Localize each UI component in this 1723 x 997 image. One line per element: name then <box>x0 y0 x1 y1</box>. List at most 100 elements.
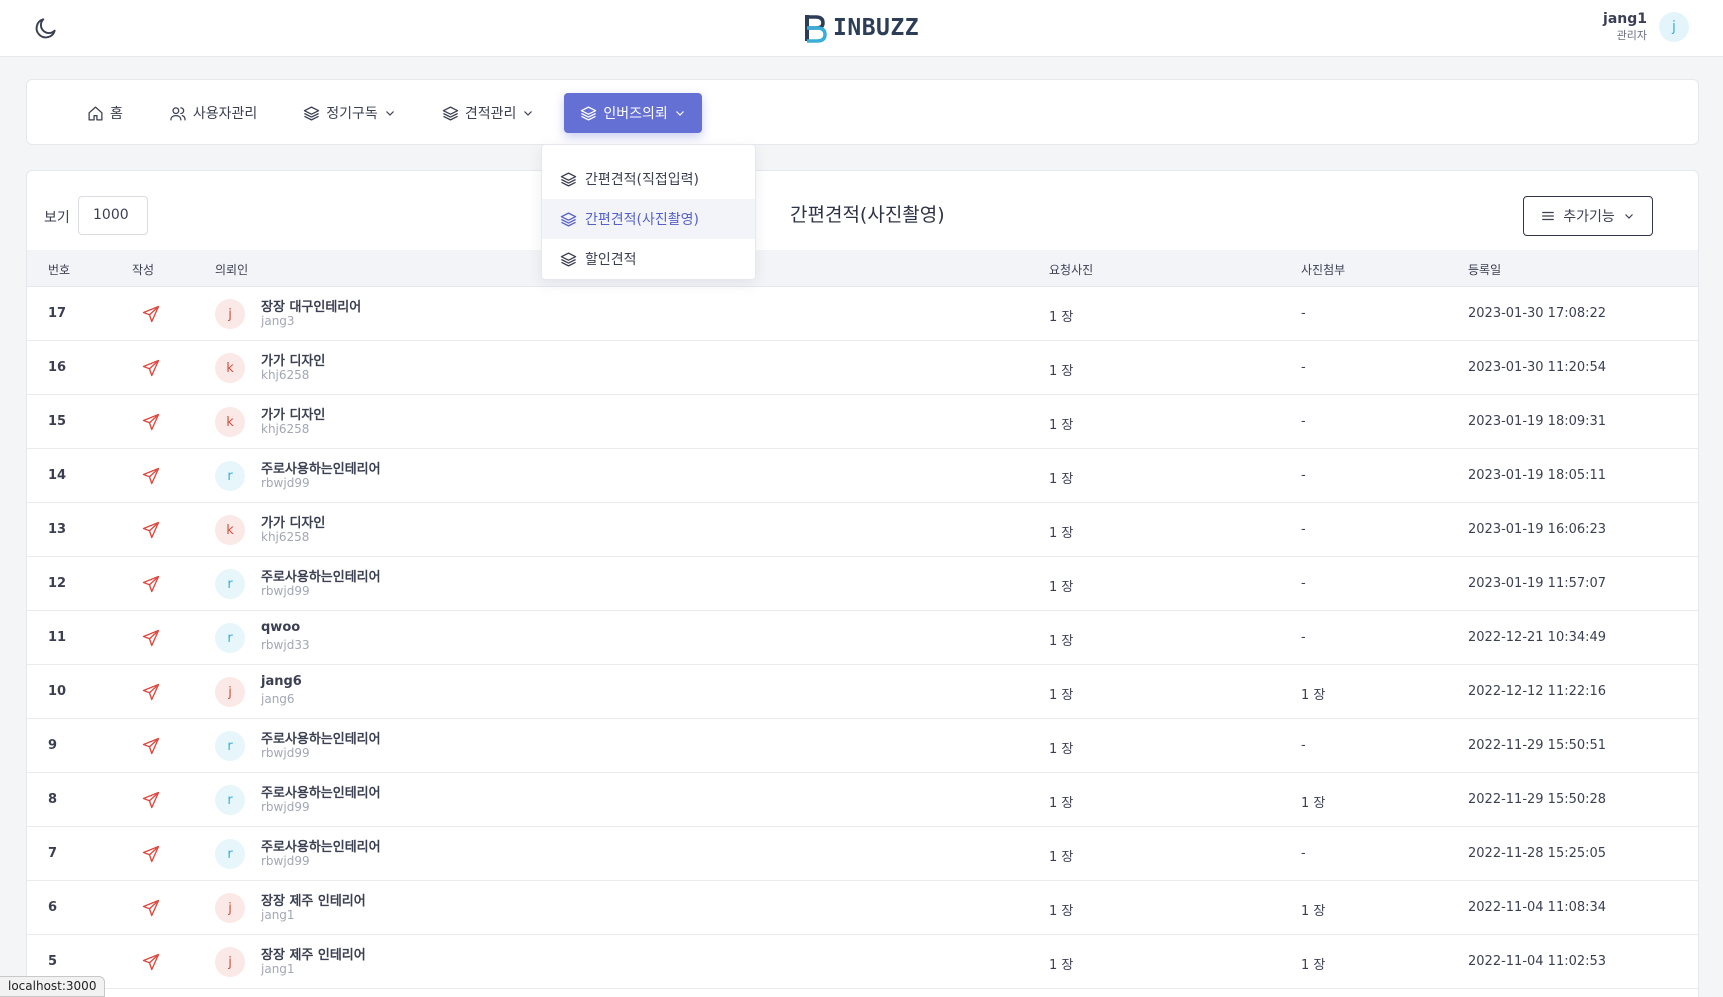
send-icon[interactable] <box>142 899 160 917</box>
nav-label: 인버즈의뢰 <box>603 106 668 122</box>
row-number: 17 <box>48 306 67 321</box>
photo-attachment: - <box>1301 846 1306 861</box>
table-row[interactable]: 5 j 장장 제주 인테리어 jang1 1 장 1 장 2022-11-04 11:02:… <box>27 935 1698 989</box>
row-number: 5 <box>48 954 58 969</box>
registered-date: 2022-11-04 11:08:34 <box>1468 900 1607 915</box>
column-header-attach[interactable]: 사진첨부 <box>1301 261 1345 278</box>
nav-item-inbuzz-requests[interactable]: 인버즈의뢰 <box>564 93 702 133</box>
requester-avatar: r <box>215 461 245 491</box>
registered-date: 2022-11-29 15:50:51 <box>1468 738 1607 753</box>
send-icon[interactable] <box>142 521 160 539</box>
chevron-down-icon <box>524 111 533 116</box>
requester-id: rbwjd99 <box>261 746 310 760</box>
menu-icon <box>1542 211 1555 221</box>
layers-icon <box>560 211 577 227</box>
requester-avatar: j <box>215 893 245 923</box>
requester-name[interactable]: 장장 대구인테리어 <box>261 296 361 315</box>
row-number: 12 <box>48 576 67 591</box>
column-header-date[interactable]: 등록일 <box>1468 261 1501 278</box>
moon-icon[interactable] <box>33 15 59 41</box>
requested-photos: 1 장 <box>1049 418 1074 433</box>
nav-label: 홈 <box>110 106 123 122</box>
app-logo[interactable]: INBUZZ <box>803 12 919 44</box>
requester-id: khj6258 <box>261 422 310 436</box>
requested-photos: 1 장 <box>1049 580 1074 595</box>
menu-item-discount-quote[interactable]: 할인견적 <box>542 239 755 279</box>
view-count-select[interactable]: 1000 <box>78 196 148 235</box>
column-header-write[interactable]: 작성 <box>132 261 154 278</box>
column-header-photos[interactable]: 요청사진 <box>1049 261 1093 278</box>
requester-name[interactable]: 가가 디자인 <box>261 350 325 369</box>
table-row[interactable]: 9 r 주로사용하는인테리어 rbwjd99 1 장 - 2022-11-29 15:50:… <box>27 719 1698 773</box>
table-row[interactable]: 11 r qwoo rbwjd33 1 장 - 2022-12-21 10:34:49 <box>27 611 1698 665</box>
photo-attachment: 1 장 <box>1301 904 1326 919</box>
table-row[interactable]: 8 r 주로사용하는인테리어 rbwjd99 1 장 1 장 2022-11-29 15:5… <box>27 773 1698 827</box>
send-icon[interactable] <box>142 953 160 971</box>
table-row[interactable]: 15 k 가가 디자인 khj6258 1 장 - 2023-01-19 18:09:31 <box>27 395 1698 449</box>
table-row[interactable]: 10 j jang6 jang6 1 장 1 장 2022-12-12 11:22:16 <box>27 665 1698 719</box>
send-icon[interactable] <box>142 359 160 377</box>
send-icon[interactable] <box>142 791 160 809</box>
main-nav: 홈 사용자관리 정기구독 견적관리 인버즈의뢰 <box>71 93 702 133</box>
requester-id: jang6 <box>261 692 295 706</box>
send-icon[interactable] <box>142 845 160 863</box>
layers-icon <box>304 105 320 121</box>
requester-name[interactable]: 주로사용하는인테리어 <box>261 728 381 747</box>
requester-name[interactable]: 주로사용하는인테리어 <box>261 566 381 585</box>
requester-name[interactable]: 가가 디자인 <box>261 512 325 531</box>
requester-name[interactable]: 가가 디자인 <box>261 404 325 423</box>
requester-name[interactable]: 주로사용하는인테리어 <box>261 782 381 801</box>
registered-date: 2022-11-28 15:25:05 <box>1468 846 1607 861</box>
chevron-down-icon <box>675 111 684 116</box>
requester-name[interactable]: 주로사용하는인테리어 <box>261 836 381 855</box>
table-row[interactable]: 17 j 장장 대구인테리어 jang3 1 장 - 2023-01-30 17:08:22 <box>27 287 1698 341</box>
requester-id: rbwjd99 <box>261 800 310 814</box>
menu-item-quick-quote-photo[interactable]: 간편견적(사진촬영) <box>542 199 755 239</box>
users-icon <box>170 106 186 121</box>
requester-avatar: k <box>215 515 245 545</box>
nav-item-users[interactable]: 사용자관리 <box>153 93 273 133</box>
requester-name[interactable]: 주로사용하는인테리어 <box>261 458 381 477</box>
photo-attachment: - <box>1301 414 1306 429</box>
table-row[interactable]: 13 k 가가 디자인 khj6258 1 장 - 2023-01-19 16:06:23 <box>27 503 1698 557</box>
table-row[interactable]: 6 j 장장 제주 인테리어 jang1 1 장 1 장 2022-11-04 11:08:… <box>27 881 1698 935</box>
chevron-down-icon <box>1624 214 1633 219</box>
send-icon[interactable] <box>142 737 160 755</box>
requester-name[interactable]: 장장 제주 인테리어 <box>261 944 366 963</box>
registered-date: 2022-11-29 15:50:28 <box>1468 792 1607 807</box>
requester-name[interactable]: jang6 <box>261 674 302 689</box>
requester-avatar: k <box>215 353 245 383</box>
photo-attachment: - <box>1301 306 1306 321</box>
send-icon[interactable] <box>142 683 160 701</box>
table-row[interactable]: 12 r 주로사용하는인테리어 rbwjd99 1 장 - 2023-01-19 11:57… <box>27 557 1698 611</box>
menu-item-quick-quote-direct[interactable]: 간편견적(직접입력) <box>542 159 755 199</box>
table-row[interactable]: 14 r 주로사용하는인테리어 rbwjd99 1 장 - 2023-01-19 18:05… <box>27 449 1698 503</box>
user-name: jang1 <box>1603 11 1647 27</box>
requester-name[interactable]: qwoo <box>261 620 300 635</box>
table-body: 17 j 장장 대구인테리어 jang3 1 장 - 2023-01-30 17:08:22… <box>27 287 1698 989</box>
layers-icon <box>442 105 459 121</box>
send-icon[interactable] <box>142 413 160 431</box>
requester-id: jang1 <box>261 962 295 976</box>
send-icon[interactable] <box>142 629 160 647</box>
send-icon[interactable] <box>142 575 160 593</box>
column-header-num[interactable]: 번호 <box>48 261 70 278</box>
requested-photos: 1 장 <box>1049 688 1074 703</box>
registered-date: 2023-01-30 11:20:54 <box>1468 360 1607 375</box>
photo-attachment: 1 장 <box>1301 958 1326 973</box>
nav-item-subscription[interactable]: 정기구독 <box>287 93 412 133</box>
requester-name[interactable]: 장장 제주 인테리어 <box>261 890 366 909</box>
send-icon[interactable] <box>142 305 160 323</box>
user-avatar[interactable]: j <box>1659 12 1689 42</box>
user-menu[interactable]: jang1 관리자 j <box>1603 10 1689 44</box>
nav-item-quotes[interactable]: 견적관리 <box>426 93 551 133</box>
column-header-requester[interactable]: 의뢰인 <box>215 261 248 278</box>
requested-photos: 1 장 <box>1049 850 1074 865</box>
table-row[interactable]: 16 k 가가 디자인 khj6258 1 장 - 2023-01-30 11:20:54 <box>27 341 1698 395</box>
more-features-button[interactable]: 추가기능 <box>1523 196 1653 236</box>
table-row[interactable]: 7 r 주로사용하는인테리어 rbwjd99 1 장 - 2022-11-28 15:25:… <box>27 827 1698 881</box>
requester-avatar: r <box>215 731 245 761</box>
send-icon[interactable] <box>142 467 160 485</box>
nav-item-home[interactable]: 홈 <box>71 93 139 133</box>
row-number: 7 <box>48 846 58 861</box>
